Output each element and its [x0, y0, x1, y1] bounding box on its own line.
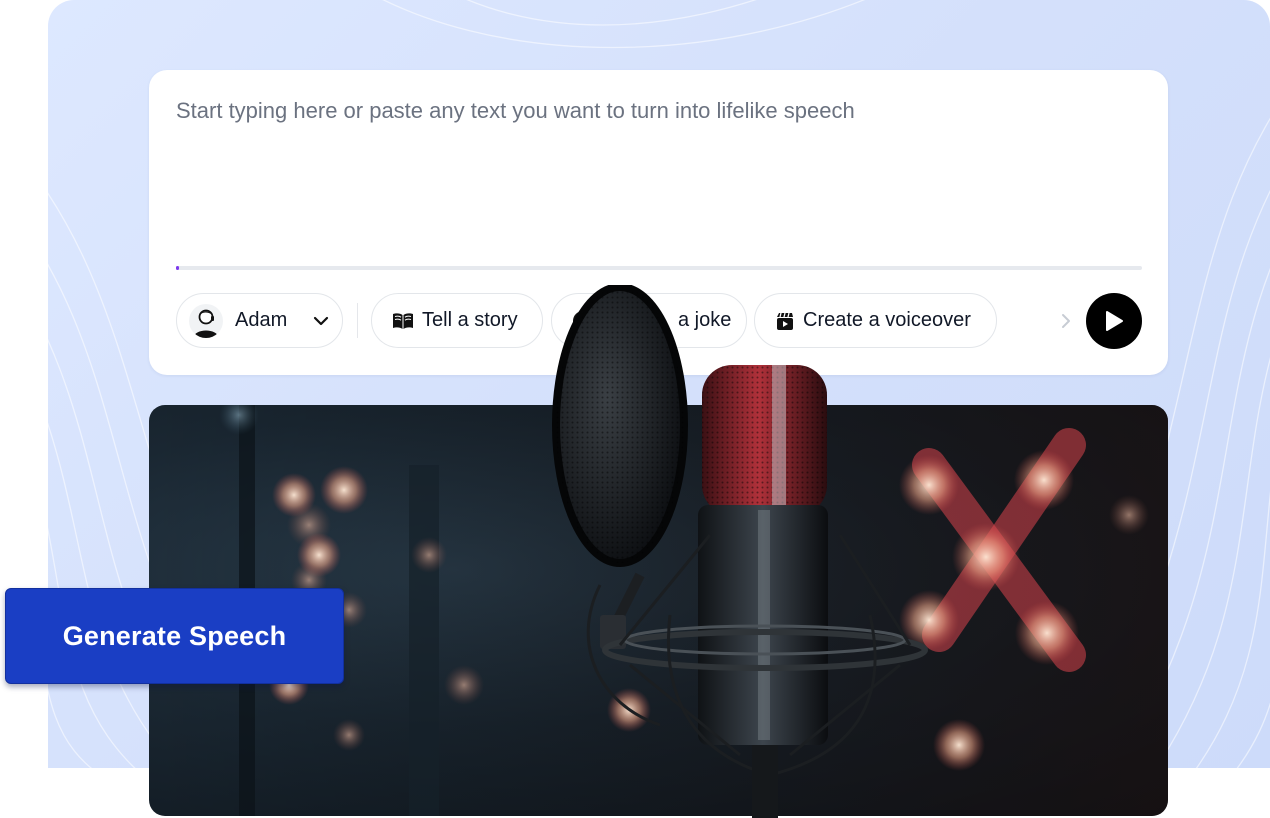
suggestion-chip-tell-story[interactable]: Tell a story	[371, 293, 543, 348]
chevron-down-icon	[313, 316, 329, 326]
generate-speech-button[interactable]: Generate Speech	[5, 588, 344, 684]
person-avatar-icon	[193, 309, 219, 338]
character-progress-bar	[176, 266, 1142, 270]
text-input[interactable]	[176, 98, 1136, 268]
play-icon	[1106, 311, 1123, 331]
toolbar-divider	[357, 303, 358, 338]
voice-name: Adam	[235, 309, 288, 331]
microphone-illustration	[552, 285, 928, 818]
chip-label: Tell a story	[422, 309, 518, 331]
generate-speech-label: Generate Speech	[62, 620, 287, 651]
play-button[interactable]	[1086, 293, 1142, 349]
open-book-icon	[392, 311, 414, 331]
voice-selector[interactable]: Adam	[176, 293, 343, 348]
chevron-right-icon[interactable]	[1059, 310, 1073, 332]
avatar	[189, 303, 223, 338]
character-progress-fill	[176, 266, 179, 270]
